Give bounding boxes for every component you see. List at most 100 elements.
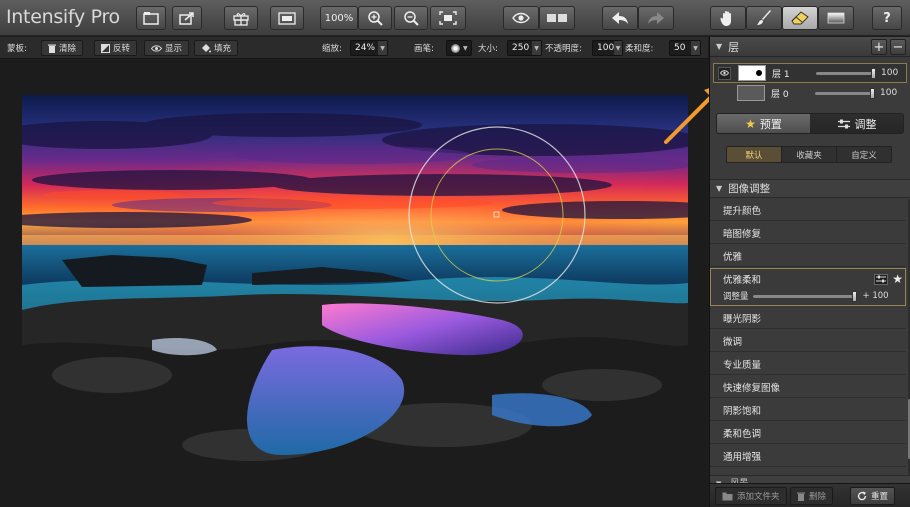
brush-tool-button[interactable] <box>746 6 782 30</box>
sliders-icon <box>837 119 850 128</box>
paint-bucket-icon <box>202 44 211 53</box>
preset-item[interactable]: 曝光阴影 <box>710 307 906 329</box>
eraser-tool-button[interactable] <box>782 6 818 30</box>
preset-item[interactable]: 柔和色调 <box>710 422 906 444</box>
preset-item[interactable]: 暗图修复 <box>710 222 906 244</box>
collapse-triangle-icon: ▼ <box>716 42 723 51</box>
slider-knob[interactable] <box>851 290 857 302</box>
preset-item[interactable]: 优雅 <box>710 245 906 267</box>
softness-label: 柔和度: <box>625 44 654 54</box>
layer-opacity-slider[interactable] <box>815 87 875 99</box>
zoom-out-button[interactable] <box>394 6 428 30</box>
fit-screen-button[interactable] <box>430 6 466 30</box>
mask-label: 蒙板: <box>7 44 27 54</box>
preset-item[interactable]: 微调 <box>710 330 906 352</box>
layer-opacity-slider[interactable] <box>816 67 876 79</box>
redo-icon <box>648 12 664 24</box>
gift-button[interactable] <box>224 6 258 30</box>
remove-layer-button[interactable]: − <box>890 39 906 55</box>
preset-list: 提升颜色 暗图修复 优雅 优雅柔和 ★ 调整量 + 100 曝光阴影 微调 专业… <box>710 199 906 475</box>
amount-slider[interactable] <box>752 290 857 302</box>
zoom-in-icon <box>368 11 383 26</box>
show-mask-button[interactable]: 显示 <box>144 40 190 56</box>
favorite-star-icon[interactable]: ★ <box>892 272 903 286</box>
preset-item[interactable]: 通用增强 <box>710 445 906 467</box>
app-title: Intensify Pro <box>6 6 120 28</box>
chevron-down-icon: ▼ <box>532 41 541 55</box>
zoom-100-button[interactable]: 100% <box>320 6 358 30</box>
layer-opacity-value: 100 <box>880 88 898 98</box>
chevron-down-icon: ▼ <box>691 41 700 55</box>
photo-canvas[interactable] <box>22 95 688 470</box>
fill-mask-button[interactable]: 填充 <box>194 40 239 56</box>
reset-button[interactable]: 重置 <box>850 487 896 505</box>
tab-presets[interactable]: ★ 预置 <box>717 114 810 133</box>
preset-item-selected[interactable]: 优雅柔和 ★ 调整量 + 100 <box>710 268 906 306</box>
opacity-value: 100 <box>597 43 615 53</box>
canvas-area[interactable] <box>0 60 708 507</box>
clear-mask-label: 清除 <box>59 44 77 54</box>
softness-field[interactable]: 50 ▼ <box>669 40 701 56</box>
compare-button[interactable] <box>539 6 575 30</box>
amount-value: + 100 <box>862 291 889 301</box>
layer-row-1[interactable]: 层 1 100 <box>713 63 907 83</box>
eraser-icon <box>791 11 809 25</box>
brush-icon <box>757 10 771 25</box>
star-icon: ★ <box>745 116 756 131</box>
fill-mask-label: 填充 <box>214 44 232 54</box>
preview-button[interactable] <box>503 6 539 30</box>
layer-visibility-toggle[interactable] <box>718 66 731 80</box>
eye-icon <box>512 12 530 24</box>
undo-button[interactable] <box>602 6 638 30</box>
zoom-select[interactable]: 24% ▼ <box>350 40 388 56</box>
hand-icon <box>720 10 731 26</box>
preset-item[interactable]: 快速修复图像 <box>710 376 906 398</box>
section-title: 图像调整 <box>728 183 771 195</box>
delete-button[interactable]: 删除 <box>790 487 834 505</box>
softness-value: 50 <box>674 43 686 53</box>
clear-mask-button[interactable]: 清除 <box>41 40 84 56</box>
next-section-header[interactable]: ▼ 风景 <box>710 475 910 483</box>
opacity-field[interactable]: 100 ▼ <box>592 40 623 56</box>
zoom-out-icon <box>404 11 419 26</box>
share-button[interactable] <box>172 6 202 30</box>
zoom-100-label: 100% <box>324 12 354 24</box>
size-value: 250 <box>512 43 530 53</box>
gradient-tool-button[interactable] <box>818 6 854 30</box>
zoom-in-button[interactable] <box>358 6 392 30</box>
layer-row-0[interactable]: 层 0 100 <box>713 83 907 103</box>
layer-mask-thumbnail <box>737 85 765 101</box>
gift-icon <box>233 12 249 26</box>
add-folder-button[interactable]: 添加文件夹 <box>715 487 787 505</box>
slider-knob[interactable] <box>870 87 875 99</box>
tab-adjust-label: 调整 <box>854 117 877 131</box>
folder-icon <box>722 492 733 500</box>
subtab-default[interactable]: 默认 <box>727 147 782 162</box>
slider-knob[interactable] <box>871 67 876 79</box>
redo-button[interactable] <box>638 6 674 30</box>
add-layer-button[interactable]: + <box>871 39 887 55</box>
subtab-favorites[interactable]: 收藏夹 <box>782 147 837 162</box>
preset-item[interactable]: 提升颜色 <box>710 199 906 221</box>
share-icon <box>179 12 194 25</box>
tab-adjust[interactable]: 调整 <box>810 114 903 133</box>
split-view-button[interactable] <box>270 6 304 30</box>
fit-screen-icon <box>439 11 457 25</box>
hand-tool-button[interactable] <box>710 6 746 30</box>
brush-picker[interactable]: ▼ <box>446 40 472 56</box>
invert-mask-button[interactable]: 反转 <box>94 40 138 56</box>
split-view-icon <box>278 11 296 25</box>
layer-visibility-empty[interactable] <box>717 87 730 100</box>
help-button[interactable]: ? <box>872 6 902 30</box>
right-panel: ▼ 层 + − 层 1 100 层 0 100 ★ 预置 调整 默认 收藏夹 自… <box>709 37 910 507</box>
adjust-settings-icon[interactable] <box>874 273 889 285</box>
compare-icon <box>547 14 567 22</box>
preset-item[interactable]: 阴影饱和 <box>710 399 906 421</box>
reset-label: 重置 <box>871 492 889 502</box>
open-file-button[interactable] <box>136 6 166 30</box>
show-mask-label: 显示 <box>165 44 183 54</box>
preset-item[interactable]: 专业质量 <box>710 353 906 375</box>
size-field[interactable]: 250 ▼ <box>507 40 542 56</box>
image-adjust-section-header[interactable]: ▼ 图像调整 <box>710 179 910 198</box>
subtab-custom[interactable]: 自定义 <box>837 147 891 162</box>
